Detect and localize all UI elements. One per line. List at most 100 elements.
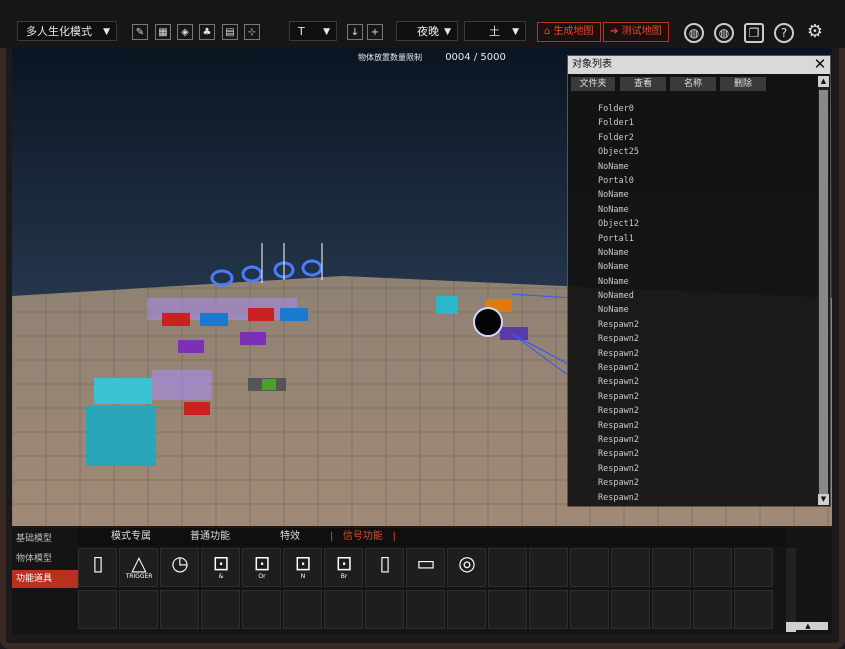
object-list-columns: 文件夹 查看 名称 删除 (568, 74, 830, 94)
item-label: & (218, 573, 224, 580)
map-add-icon-2[interactable]: ◍ (714, 23, 734, 43)
empty-slot (570, 590, 609, 629)
list-item[interactable]: Folder0 (568, 102, 816, 116)
trigger-item[interactable]: △ TRIGGER (119, 548, 158, 587)
side-tab-basic-models[interactable]: 基础模型 (12, 530, 78, 548)
empty-slot (693, 548, 732, 587)
scroll-up-icon[interactable]: ▲ (818, 76, 829, 87)
side-tab-object-models[interactable]: 物体模型 (12, 550, 78, 568)
list-item[interactable]: Respawn2 (568, 361, 816, 375)
or-gate-item[interactable]: ⊡ Or (242, 548, 281, 587)
empty-slot (488, 590, 527, 629)
tab-mode-exclusive[interactable]: 模式专属 (111, 528, 151, 546)
list-item[interactable]: NoName (568, 275, 816, 289)
switch-item[interactable]: ▯ (78, 548, 117, 587)
tab-divider: | (392, 531, 396, 542)
item-label: Br (340, 573, 348, 580)
list-item[interactable]: Respawn2 (568, 347, 816, 361)
not-gate-item[interactable]: ⊡ N (283, 548, 322, 587)
list-item[interactable]: NoName (568, 160, 816, 174)
door-item[interactable]: ▯ (365, 548, 404, 587)
time-select[interactable]: 夜晚 ▼ (396, 21, 458, 41)
message-item[interactable]: ▭ (406, 548, 445, 587)
list-item[interactable]: Portal1 (568, 232, 816, 246)
list-item[interactable]: Respawn2 (568, 433, 816, 447)
branch-gate-icon: ⊡ Br (329, 553, 359, 583)
list-item[interactable]: NoName (568, 246, 816, 260)
tab-effects[interactable]: 特效 (280, 528, 300, 546)
list-item[interactable]: Respawn2 (568, 404, 816, 418)
map-add-icon[interactable]: ◍ (684, 23, 704, 43)
item-glyph: △ (131, 551, 147, 575)
clock-item[interactable]: ◷ (160, 548, 199, 587)
item-label: TRIGGER (125, 573, 153, 580)
and-gate-item[interactable]: ⊡ & (201, 548, 240, 587)
list-item[interactable]: NoName (568, 188, 816, 202)
branch-gate-item[interactable]: ⊡ Br (324, 548, 363, 587)
list-item[interactable]: Portal0 (568, 174, 816, 188)
mode-select[interactable]: 多人生化模式 ▼ (17, 21, 117, 41)
graph-icon[interactable]: ⊹ (244, 24, 260, 40)
item-label: Or (258, 573, 266, 580)
scroll-down-icon[interactable]: ▼ (818, 494, 829, 505)
list-item[interactable]: Respawn2 (568, 462, 816, 476)
list-item[interactable]: Respawn2 (568, 476, 816, 490)
palette-scrollbar[interactable]: ▼ (786, 548, 796, 632)
test-map-button[interactable]: ➔ 测试地图 (603, 22, 669, 42)
item-glyph: ▯ (92, 551, 104, 575)
help-icon[interactable]: ? (774, 23, 794, 43)
empty-slot (242, 590, 281, 629)
object-list-scrollbar[interactable]: ▲ ▼ (818, 76, 829, 505)
settings-icon[interactable]: ⚙ (805, 23, 825, 43)
list-item[interactable]: Respawn2 (568, 419, 816, 433)
list-item[interactable]: Object12 (568, 217, 816, 231)
list-item[interactable]: NoName (568, 260, 816, 274)
item-glyph: ◎ (458, 551, 476, 575)
object-counter-label: 物体放置数量限制 (358, 53, 422, 62)
layer-icon[interactable]: ▤ (222, 24, 238, 40)
scroll-thumb[interactable] (819, 90, 828, 498)
side-tab-function-items[interactable]: 功能道具 (12, 570, 78, 588)
palette-collapse-button[interactable]: ▲ (788, 622, 828, 630)
empty-slot (529, 548, 568, 587)
side-tab-label: 功能道具 (16, 574, 53, 584)
and-gate-icon: ⊡ & (206, 553, 236, 583)
list-item[interactable]: NoNamed (568, 289, 816, 303)
book-icon[interactable]: ❐ (744, 23, 764, 43)
object-icon[interactable]: ◈ (177, 24, 193, 40)
portal-item[interactable]: ◎ (447, 548, 486, 587)
list-item[interactable]: Respawn2 (568, 332, 816, 346)
column-view[interactable]: 查看 (620, 77, 666, 91)
tab-signal-functions[interactable]: | 信号功能 | (330, 528, 396, 546)
empty-slot (406, 590, 445, 629)
item-glyph: ⊡ (335, 551, 353, 575)
list-item[interactable]: Respawn2 (568, 318, 816, 332)
message-icon: ▭ (411, 553, 441, 583)
list-item[interactable]: Folder1 (568, 116, 816, 130)
list-item[interactable]: Object25 (568, 145, 816, 159)
brush-icon[interactable]: ✎ (132, 24, 148, 40)
grid-icon[interactable]: ▦ (155, 24, 171, 40)
generate-map-button[interactable]: ⌂ 生成地图 (537, 22, 601, 42)
add-button[interactable]: + (367, 24, 383, 40)
column-folder[interactable]: 文件夹 (571, 77, 615, 91)
list-item[interactable]: Respawn2 (568, 375, 816, 389)
column-delete[interactable]: 删除 (720, 77, 766, 91)
column-name[interactable]: 名称 (670, 77, 716, 91)
tab-common-functions[interactable]: 普通功能 (190, 528, 230, 546)
object-list-panel: 对象列表 ✕ 文件夹 查看 名称 删除 Folder0 Folder1 Folder… (567, 55, 831, 507)
object-list: Folder0 Folder1 Folder2 Object25 NoName Porta… (568, 102, 816, 506)
list-item[interactable]: NoName (568, 203, 816, 217)
shape-icon[interactable]: ♣ (199, 24, 215, 40)
list-item[interactable]: NoName (568, 303, 816, 317)
list-item[interactable]: Respawn2 (568, 491, 816, 505)
list-item[interactable]: Respawn2 (568, 447, 816, 461)
not-gate-icon: ⊡ N (288, 553, 318, 583)
move-down-button[interactable]: ↓ (347, 24, 363, 40)
list-item[interactable]: Folder2 (568, 131, 816, 145)
ground-select[interactable]: 土 ▼ (464, 21, 526, 41)
t-select[interactable]: T ▼ (289, 21, 337, 41)
list-item[interactable]: Respawn2 (568, 390, 816, 404)
item-glyph: ◷ (171, 551, 189, 575)
close-icon[interactable]: ✕ (812, 56, 828, 74)
